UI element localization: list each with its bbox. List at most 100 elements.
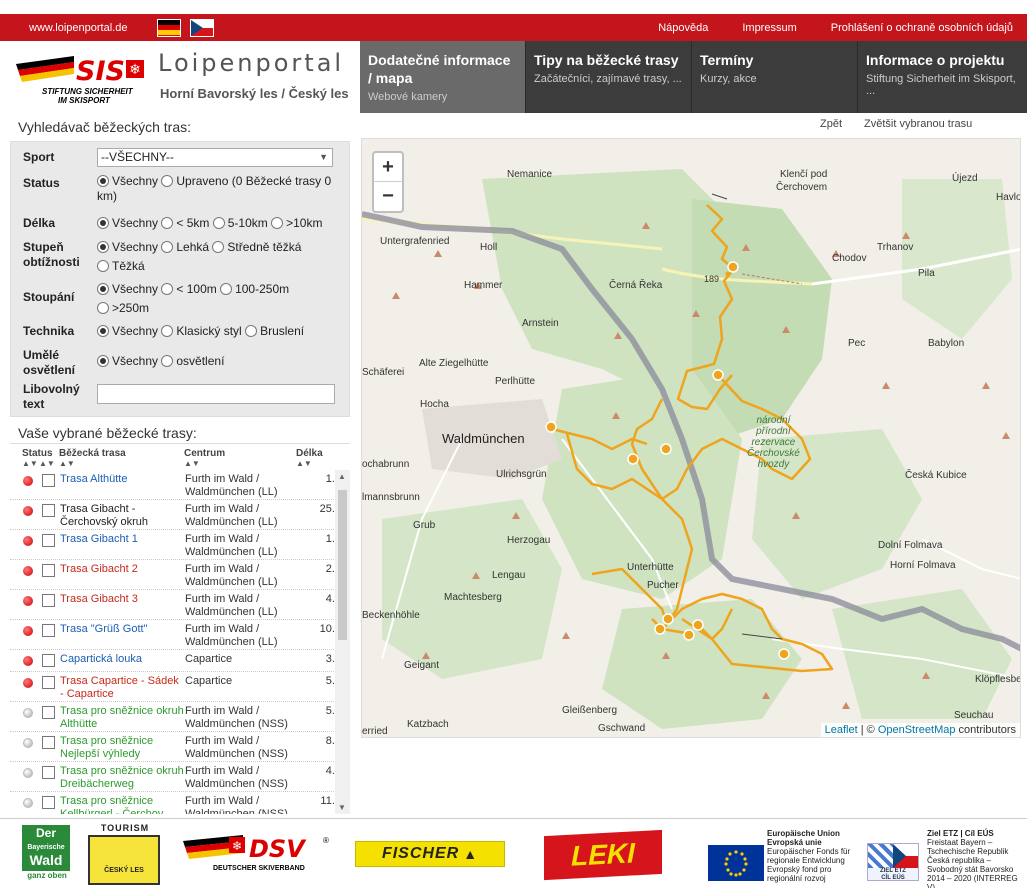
table-row[interactable]: Trasa pro sněžnice okruh Althütte Furth i… — [10, 702, 350, 732]
route-checkbox[interactable] — [42, 676, 55, 689]
osm-link[interactable]: OpenStreetMap — [878, 724, 956, 736]
impressum-link[interactable]: Impressum — [742, 22, 796, 34]
route-name[interactable]: Trasa pro sněžnice Nejlepší výhledy — [60, 735, 185, 761]
col-length[interactable]: Délka — [296, 448, 336, 459]
table-row[interactable]: Trasa pro sněžnice Kellbürgerl - Čerchov… — [10, 792, 350, 814]
bayerischer-wald-logo[interactable]: Der Bayerische Wald ganz oben — [22, 825, 72, 885]
route-name[interactable]: Trasa Gibacht 2 — [60, 563, 185, 576]
leaflet-link[interactable]: Leaflet — [825, 724, 858, 736]
enlarge-route-link[interactable]: Zvětšit vybranou trasu — [864, 118, 972, 130]
status-all-radio[interactable] — [97, 175, 109, 187]
map[interactable]: Nemanice Klenčí pod Čerchovem Újezd Havl… — [361, 138, 1021, 738]
route-checkbox[interactable] — [42, 564, 55, 577]
route-checkbox[interactable] — [42, 654, 55, 667]
route-checkbox[interactable] — [42, 534, 55, 547]
route-name[interactable]: Trasa pro sněžnice Kellbürgerl - Čerchov — [60, 795, 185, 814]
sort-arrows-icon[interactable]: ▲▼ — [22, 459, 39, 469]
table-row[interactable]: Trasa Althütte Furth im Wald / Waldmünche… — [10, 470, 350, 500]
diff-all-radio[interactable] — [97, 241, 109, 253]
diff-hard-radio[interactable] — [97, 260, 109, 272]
ziel-etz-logo[interactable]: ZIEL ETZ CÍL EÚS — [867, 843, 919, 881]
length-all-radio[interactable] — [97, 217, 109, 229]
route-name[interactable]: Trasa pro sněžnice okruh Dreibächerweg — [60, 765, 185, 791]
sort-arrows-icon[interactable]: ▲▼ — [184, 459, 296, 469]
diff-medium-radio[interactable] — [212, 241, 225, 253]
tech-all-radio[interactable] — [97, 325, 109, 337]
sis-logo[interactable]: SIS ❄ STIFTUNG SICHERHEIT IM SKISPORT — [14, 50, 148, 106]
route-checkbox[interactable] — [42, 504, 55, 517]
leki-logo[interactable]: LEKI — [544, 829, 662, 881]
length-lt5-radio[interactable] — [161, 217, 174, 229]
sort-arrows-icon[interactable]: ▲▼ — [59, 459, 184, 469]
route-name[interactable]: Trasa pro sněžnice okruh Althütte — [60, 705, 185, 731]
tech-skating-radio[interactable] — [245, 325, 258, 337]
length-5-10-radio[interactable] — [212, 217, 225, 229]
site-url[interactable]: www.loipenportal.de — [29, 22, 157, 34]
table-row[interactable]: Trasa "Grüß Gott" Furth im Wald / Waldmün… — [10, 620, 350, 650]
sort-arrows-icon[interactable]: ▲▼ — [296, 459, 312, 469]
table-row[interactable]: Trasa Gibacht - Čerchovský okruh Furth im… — [10, 500, 350, 530]
col-route[interactable]: Běžecká trasa — [59, 448, 184, 459]
tech-classic-radio[interactable] — [161, 325, 174, 337]
table-row[interactable]: Trasa Gibacht 1 Furth im Wald / Waldmünch… — [10, 530, 350, 560]
table-row[interactable]: Capartická louka Capartice 3.6 — [10, 650, 350, 672]
sort-arrows-icon[interactable]: ▲▼ — [39, 459, 59, 469]
col-center[interactable]: Centrum — [184, 448, 296, 459]
length-gt10-radio[interactable] — [271, 217, 284, 229]
scroll-up-icon[interactable]: ▲ — [338, 472, 346, 481]
help-link[interactable]: Nápověda — [658, 22, 708, 34]
nav-project-info[interactable]: Informace o projektu Stiftung Sicherheit… — [858, 41, 1027, 113]
route-checkbox[interactable] — [42, 706, 55, 719]
route-name[interactable]: Trasa Gibacht 1 — [60, 533, 185, 546]
climb-lt100-radio[interactable] — [161, 283, 174, 295]
table-row[interactable]: Trasa Gibacht 2 Furth im Wald / Waldmünch… — [10, 560, 350, 590]
tourism-cesky-les-logo[interactable]: TOURISM ČESKÝ LES — [88, 823, 162, 885]
route-checkbox[interactable] — [42, 474, 55, 487]
route-name[interactable]: Trasa "Grüß Gott" — [60, 623, 185, 636]
route-list-scrollbar[interactable]: ▲ ▼ — [335, 470, 350, 814]
nav-dates[interactable]: Termíny Kurzy, akce — [692, 41, 858, 113]
light-all-radio[interactable] — [97, 355, 109, 367]
dsv-logo[interactable]: ❄ DSV ® DEUTSCHER SKIVERBAND — [183, 833, 333, 875]
route-name[interactable]: Trasa Gibacht 3 — [60, 593, 185, 606]
reserve-line: přírodní — [756, 426, 791, 437]
eu-flag-icon[interactable] — [708, 845, 764, 881]
route-name[interactable]: Trasa Capartice - Sádek - Capartice — [60, 675, 185, 701]
czech-flag-icon[interactable] — [190, 18, 214, 37]
table-row[interactable]: Trasa pro sněžnice okruh Dreibächerweg Fu… — [10, 762, 350, 792]
route-name[interactable]: Trasa Althütte — [60, 473, 185, 486]
route-name[interactable]: Capartická louka — [60, 653, 185, 666]
climb-gt250-radio[interactable] — [97, 302, 109, 314]
route-name[interactable]: Trasa Gibacht - Čerchovský okruh — [60, 503, 185, 529]
table-row[interactable]: Trasa Capartice - Sádek - Capartice Capar… — [10, 672, 350, 702]
light-lit-radio[interactable] — [161, 355, 174, 367]
climb-100-250-radio[interactable] — [220, 283, 233, 295]
chevron-down-icon: ▼ — [319, 152, 328, 162]
logo-text: LEKI — [571, 837, 635, 872]
diff-easy-radio[interactable] — [161, 241, 174, 253]
status-edited-radio[interactable] — [161, 175, 174, 187]
freetext-input[interactable] — [97, 384, 335, 404]
back-link[interactable]: Zpět — [820, 118, 842, 130]
route-checkbox[interactable] — [42, 766, 55, 779]
table-row[interactable]: Trasa pro sněžnice Nejlepší výhledy Furth… — [10, 732, 350, 762]
col-status[interactable]: Status — [22, 448, 59, 459]
route-checkbox[interactable] — [42, 594, 55, 607]
german-flag-icon[interactable] — [157, 18, 181, 37]
route-checkbox[interactable] — [42, 736, 55, 749]
map-label: Grub — [413, 520, 436, 531]
zoom-in-button[interactable]: + — [374, 153, 402, 182]
route-checkbox[interactable] — [42, 796, 55, 809]
zoom-out-button[interactable]: − — [374, 182, 402, 211]
scroll-thumb[interactable] — [338, 490, 347, 640]
dsv-text: DEUTSCHER SKIVERBAND — [213, 865, 305, 872]
climb-all-radio[interactable] — [97, 283, 109, 295]
nav-trail-tips[interactable]: Tipy na běžecké trasy Začátečníci, zajím… — [526, 41, 692, 113]
nav-extra-info-map[interactable]: Dodatečné informace / mapa Webové kamery — [360, 41, 526, 113]
fischer-logo[interactable]: FISCHER ▲ — [355, 841, 505, 867]
sport-select[interactable]: --VŠECHNY-- ▼ — [97, 148, 333, 167]
privacy-link[interactable]: Prohlášení o ochraně osobních údajů — [831, 22, 1013, 34]
route-checkbox[interactable] — [42, 624, 55, 637]
scroll-down-icon[interactable]: ▼ — [338, 803, 346, 812]
table-row[interactable]: Trasa Gibacht 3 Furth im Wald / Waldmünch… — [10, 590, 350, 620]
